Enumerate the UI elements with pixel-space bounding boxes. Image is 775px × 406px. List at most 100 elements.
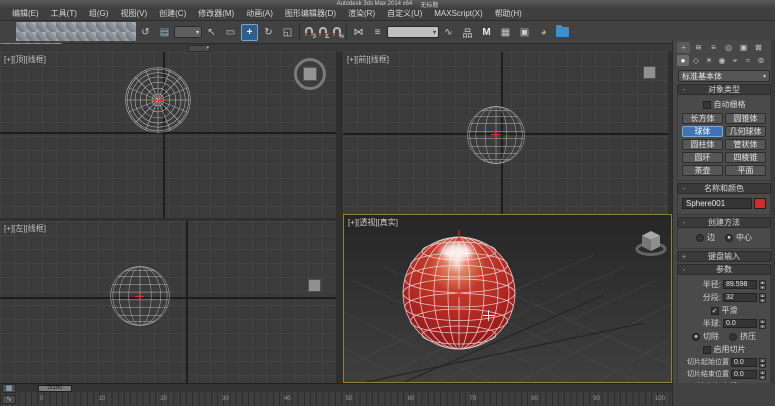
- region-select-icon[interactable]: ▭: [222, 24, 239, 41]
- cylinder-button[interactable]: 圆柱体: [682, 139, 723, 150]
- viewport-top[interactable]: [+][顶][线框]: [0, 52, 336, 218]
- hierarchy-tab-icon[interactable]: ≡: [707, 42, 720, 53]
- modify-tab-icon[interactable]: ≋: [692, 42, 705, 53]
- creation-method-rollout-header[interactable]: - 创建方法: [677, 217, 771, 228]
- open-mini-curve-editor-button[interactable]: ∿: [2, 395, 16, 404]
- selection-filter-dropdown[interactable]: ▾: [174, 26, 202, 38]
- menu-tools[interactable]: 工具(T): [45, 8, 83, 20]
- open-folder-icon[interactable]: [556, 27, 569, 37]
- squash-radio[interactable]: [729, 333, 737, 341]
- menu-views[interactable]: 视图(V): [114, 8, 153, 20]
- align-icon[interactable]: ≡: [369, 24, 386, 41]
- schematic-view-icon[interactable]: 品: [459, 24, 476, 41]
- menu-help[interactable]: 帮助(H): [489, 8, 528, 20]
- rendered-frame-window-icon[interactable]: ▣: [516, 24, 533, 41]
- sphere-button[interactable]: 球体: [682, 126, 723, 137]
- hemisphere-spinner[interactable]: ▲▼: [759, 319, 766, 328]
- viewcube-3d[interactable]: [632, 225, 672, 259]
- radius-spinner[interactable]: ▲▼: [759, 280, 766, 289]
- cameras-category-icon[interactable]: ◉: [716, 55, 728, 66]
- viewport-perspective-label[interactable]: [+][透视][真实]: [348, 217, 398, 228]
- name-color-rollout-header[interactable]: - 名称和颜色: [677, 183, 771, 194]
- mirror-icon[interactable]: ⋈: [350, 24, 367, 41]
- curve-editor-icon[interactable]: ∿: [440, 24, 457, 41]
- object-name-field[interactable]: Sphere001: [682, 198, 752, 209]
- segments-field[interactable]: 32: [723, 293, 757, 302]
- time-slider[interactable]: 0/100: [0, 383, 672, 392]
- smooth-checkbox[interactable]: ✓: [711, 307, 719, 315]
- motion-tab-icon[interactable]: ◎: [722, 42, 735, 53]
- lights-category-icon[interactable]: ☀: [703, 55, 715, 66]
- red-sphere[interactable]: [399, 230, 519, 356]
- select-and-move-button[interactable]: +: [241, 24, 258, 41]
- menu-group[interactable]: 组(G): [83, 8, 115, 20]
- tube-button[interactable]: 管状体: [725, 139, 766, 150]
- create-tab-icon[interactable]: +: [677, 42, 690, 53]
- ribbon-dropdown[interactable]: ▾: [188, 45, 210, 52]
- slice-from-field[interactable]: 0.0: [731, 358, 757, 367]
- menu-create[interactable]: 创建(C): [153, 8, 192, 20]
- time-slider-handle[interactable]: 0/100: [38, 385, 72, 392]
- menu-modifiers[interactable]: 修改器(M): [192, 8, 240, 20]
- panel-scrollbar[interactable]: [771, 40, 775, 406]
- snap-toggle-3d-icon[interactable]: 3: [304, 27, 314, 37]
- chop-radio[interactable]: ●: [692, 333, 700, 341]
- viewport-top-label[interactable]: [+][顶][线框]: [4, 54, 46, 65]
- slice-on-checkbox[interactable]: [703, 346, 711, 354]
- viewport-left-label[interactable]: [+][左][线框]: [4, 223, 46, 234]
- menu-animation[interactable]: 动画(A): [240, 8, 279, 20]
- render-setup-icon[interactable]: ▦: [497, 24, 514, 41]
- select-and-scale-button[interactable]: ◱: [279, 24, 296, 41]
- slice-from-spinner[interactable]: ▲▼: [759, 358, 766, 367]
- slice-to-field[interactable]: 0.0: [731, 370, 757, 379]
- helpers-category-icon[interactable]: ⌖: [729, 55, 741, 66]
- viewport-perspective[interactable]: [+][透视][真实]: [343, 214, 672, 383]
- geometry-category-icon[interactable]: ●: [677, 55, 689, 66]
- systems-category-icon[interactable]: ⊚: [755, 55, 767, 66]
- undo-icon[interactable]: ↺: [137, 24, 154, 41]
- viewport-left[interactable]: [+][左][线框]: [0, 221, 336, 383]
- hemisphere-field[interactable]: 0.0: [723, 319, 757, 328]
- angle-snap-icon[interactable]: ∠: [318, 27, 328, 37]
- torus-button[interactable]: 圆环: [682, 152, 723, 163]
- percent-snap-icon[interactable]: %: [332, 27, 342, 37]
- viewcube[interactable]: [294, 58, 326, 90]
- named-selection-sets-dropdown[interactable]: ▾: [387, 26, 439, 38]
- material-editor-icon[interactable]: M: [478, 24, 495, 41]
- parameters-rollout-header[interactable]: - 参数: [677, 264, 771, 275]
- time-grid-icon[interactable]: ▦: [2, 384, 16, 393]
- viewcube[interactable]: [643, 66, 656, 79]
- pyramid-button[interactable]: 四棱锥: [725, 152, 766, 163]
- menu-customize[interactable]: 自定义(U): [381, 8, 428, 20]
- track-bar[interactable]: 010 2030 4050 6070 8090 100: [0, 392, 672, 406]
- menu-maxscript[interactable]: MAXScript(X): [428, 8, 488, 20]
- select-and-rotate-button[interactable]: ↻: [260, 24, 277, 41]
- select-by-name-icon[interactable]: ▤: [156, 24, 173, 41]
- utilities-tab-icon[interactable]: ⊠: [752, 42, 765, 53]
- menu-edit[interactable]: 编辑(E): [6, 8, 45, 20]
- radius-field[interactable]: 89.598: [723, 280, 757, 289]
- viewport-front-label[interactable]: [+][前][线框]: [347, 54, 389, 65]
- object-color-swatch[interactable]: [754, 198, 766, 209]
- viewport-front[interactable]: [+][前][线框]: [343, 52, 668, 218]
- spacewarps-category-icon[interactable]: ≈: [742, 55, 754, 66]
- segments-spinner[interactable]: ▲▼: [759, 293, 766, 302]
- object-type-rollout-header[interactable]: - 对象类型: [677, 84, 771, 95]
- geosphere-button[interactable]: 几何球体: [725, 126, 766, 137]
- viewcube[interactable]: [308, 279, 321, 292]
- autogrid-checkbox[interactable]: [703, 101, 711, 109]
- render-production-icon[interactable]: ◕: [535, 24, 552, 41]
- menu-rendering[interactable]: 渲染(R): [342, 8, 381, 20]
- shapes-category-icon[interactable]: ◇: [690, 55, 702, 66]
- center-radio[interactable]: ●: [725, 234, 733, 242]
- box-button[interactable]: 长方体: [682, 113, 723, 124]
- teapot-button[interactable]: 茶壶: [682, 165, 723, 176]
- keyboard-entry-rollout-header[interactable]: + 键盘输入: [677, 251, 771, 262]
- menu-graph-editors[interactable]: 图形编辑器(D): [279, 8, 342, 20]
- edge-radio[interactable]: [696, 234, 704, 242]
- plane-button[interactable]: 平面: [725, 165, 766, 176]
- primitive-type-dropdown[interactable]: 标准基本体 ▾: [678, 70, 770, 82]
- display-tab-icon[interactable]: ▣: [737, 42, 750, 53]
- select-object-icon[interactable]: ↖: [203, 24, 220, 41]
- slice-to-spinner[interactable]: ▲▼: [759, 370, 766, 379]
